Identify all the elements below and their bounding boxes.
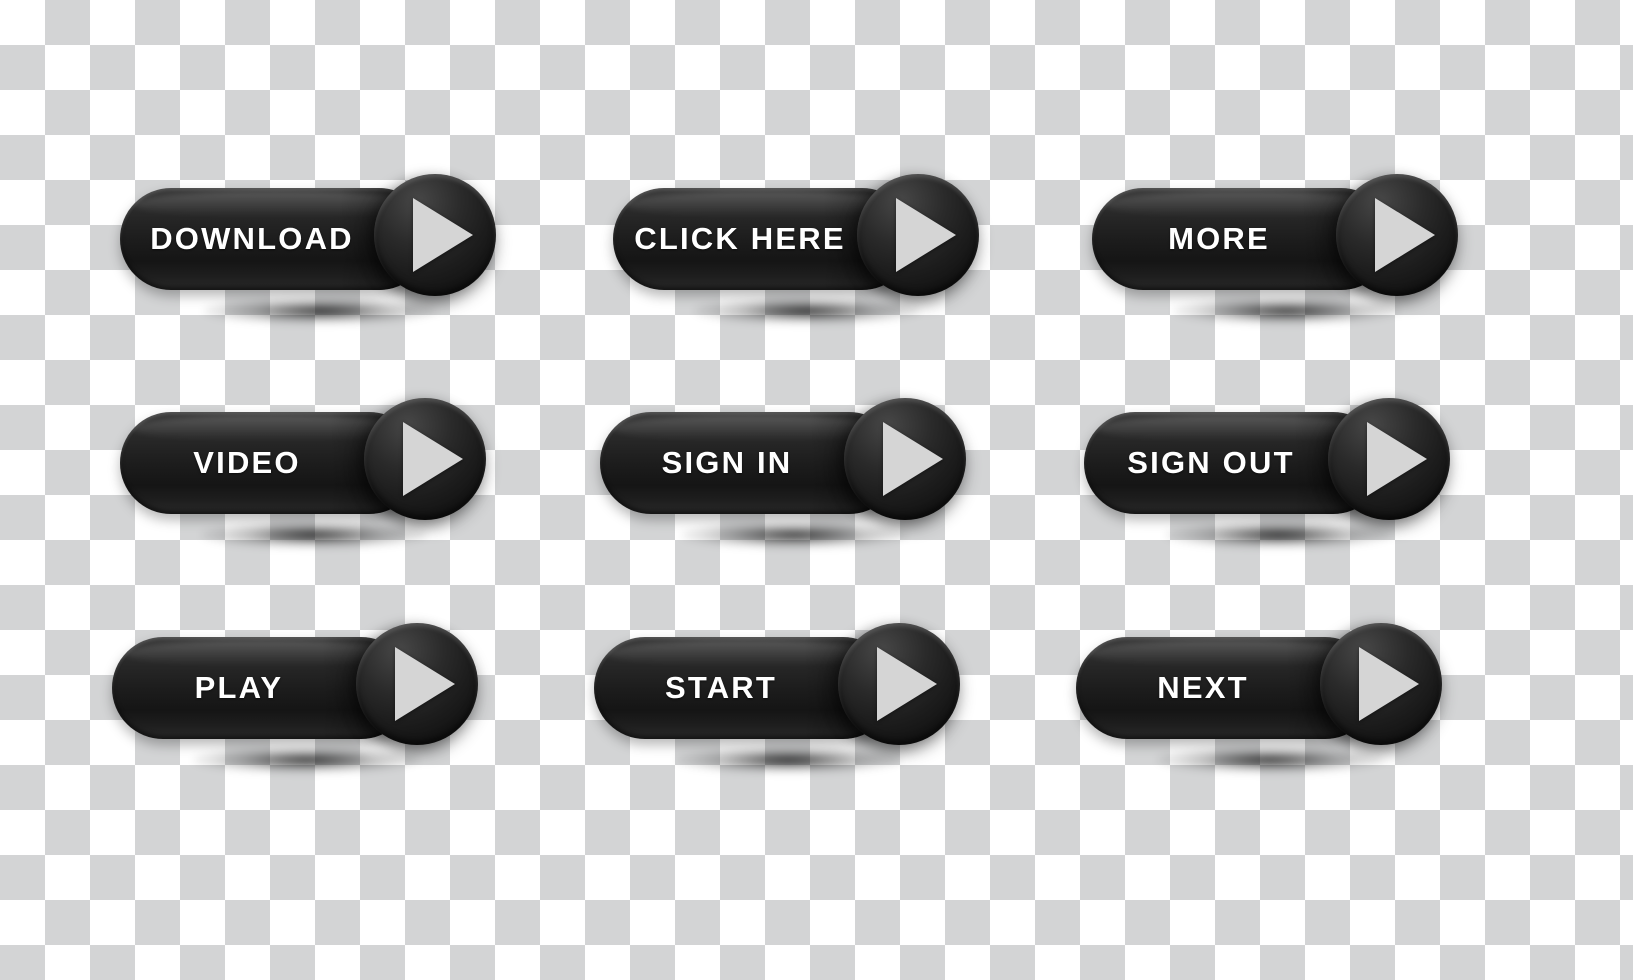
button-drop-shadow xyxy=(200,522,428,548)
button-drop-shadow xyxy=(674,747,902,773)
button-drop-shadow xyxy=(1156,747,1384,773)
play-knob-button[interactable] xyxy=(1336,174,1458,296)
play-knob-button[interactable] xyxy=(844,398,966,520)
action-button[interactable]: SIGN OUT xyxy=(1084,398,1450,548)
button-drop-shadow xyxy=(202,298,436,324)
play-knob-button[interactable] xyxy=(364,398,486,520)
play-knob-button[interactable] xyxy=(374,174,496,296)
button-drop-shadow xyxy=(1164,522,1392,548)
action-button[interactable]: START xyxy=(594,623,960,773)
play-triangle-icon xyxy=(883,422,943,496)
action-button[interactable]: MORE xyxy=(1092,174,1458,324)
play-triangle-icon xyxy=(413,198,473,272)
button-drop-shadow xyxy=(680,522,908,548)
button-drop-shadow xyxy=(192,747,420,773)
play-triangle-icon xyxy=(896,198,956,272)
action-button[interactable]: PLAY xyxy=(112,623,478,773)
play-knob-button[interactable] xyxy=(356,623,478,745)
play-knob-button[interactable] xyxy=(1328,398,1450,520)
play-knob-button[interactable] xyxy=(857,174,979,296)
play-triangle-icon xyxy=(403,422,463,496)
action-button[interactable]: SIGN IN xyxy=(600,398,966,548)
button-drop-shadow xyxy=(1172,298,1400,324)
play-triangle-icon xyxy=(1375,198,1435,272)
play-knob-button[interactable] xyxy=(1320,623,1442,745)
action-button[interactable]: CLICK HERE xyxy=(613,174,979,324)
play-triangle-icon xyxy=(1359,647,1419,721)
play-knob-button[interactable] xyxy=(838,623,960,745)
button-set-canvas: DOWNLOAD CLICK HERE MORE VIDEO SIGN IN SIGN O… xyxy=(0,0,1633,980)
play-triangle-icon xyxy=(1367,422,1427,496)
action-button[interactable]: DOWNLOAD xyxy=(120,174,496,324)
play-triangle-icon xyxy=(395,647,455,721)
button-drop-shadow xyxy=(693,298,921,324)
play-triangle-icon xyxy=(877,647,937,721)
action-button[interactable]: NEXT xyxy=(1076,623,1442,773)
action-button[interactable]: VIDEO xyxy=(120,398,486,548)
